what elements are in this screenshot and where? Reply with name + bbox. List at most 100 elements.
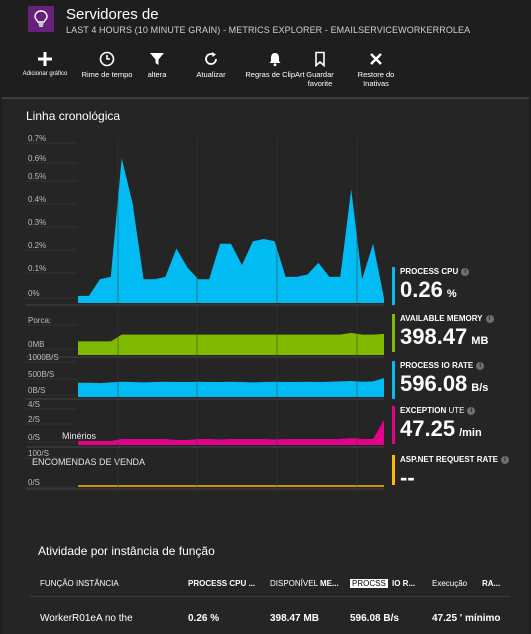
series-sublabel: Minérios bbox=[62, 431, 97, 441]
timeline-chart: 0.7% 0.6% 0.5% 0.4% 0.3% 0.2% 0.1% 0% Porca: 0MB 1… bbox=[26, 131, 386, 499]
bell-icon bbox=[265, 50, 285, 68]
metric-name-text: AVAILABLE MEMORY bbox=[400, 314, 483, 323]
y-tick-label: 0B/S bbox=[28, 386, 45, 395]
series-area-0 bbox=[78, 158, 384, 303]
metric-value: 596.08 B/s bbox=[400, 371, 488, 397]
breadcrumb: LAST 4 HOURS (10 MINUTE GRAIN) - METRICS… bbox=[66, 25, 471, 35]
metric-unit: % bbox=[446, 288, 457, 300]
y-tick-label: 500B/S bbox=[28, 370, 54, 379]
metric-value: 398.47 MB bbox=[400, 324, 488, 350]
metric-card[interactable]: EXCEPTION UTE i 47.25/min bbox=[392, 406, 522, 444]
cell-exc: 47.25 ' mínimo bbox=[432, 613, 501, 624]
metric-value: 47.25/min bbox=[400, 416, 482, 442]
metrics-panel: Linha cronológica 0.7% 0.6% 0.5% 0.4% 0.3% 0.… bbox=[2, 97, 529, 634]
cell-cpu: 0.26 % bbox=[188, 613, 220, 624]
col-header-io-box: PROCSS bbox=[350, 579, 388, 588]
metric-name: AVAILABLE MEMORY i bbox=[400, 314, 494, 323]
y-tick-label: 1000B/S bbox=[28, 353, 59, 362]
page-title: Servidores de bbox=[66, 6, 159, 23]
series-sublabel: ENCOMENDAS DE VENDA bbox=[32, 457, 145, 467]
y-tick-label: 0.1% bbox=[28, 264, 46, 273]
timeline-title: Linha cronológica bbox=[26, 109, 121, 123]
col-header-instance[interactable]: FUNÇÃO INSTÂNCIA bbox=[40, 579, 119, 588]
y-tick-label: 0/S bbox=[28, 433, 40, 442]
cell-io: 596.08 B/s bbox=[350, 613, 399, 624]
clock-icon bbox=[97, 50, 117, 68]
metric-color-bar bbox=[392, 267, 395, 305]
metric-card[interactable]: PROCESS CPU i 0.26% bbox=[392, 267, 522, 305]
metric-color-bar bbox=[392, 361, 395, 399]
metric-name-text: PROCESS IO RATE bbox=[400, 361, 474, 370]
refresh-button[interactable]: Atualizar bbox=[192, 50, 230, 79]
timeline-svg: 0.7% 0.6% 0.5% 0.4% 0.3% 0.2% 0.1% 0% Porca: 0MB 1… bbox=[26, 134, 384, 493]
metric-card[interactable]: AVAILABLE MEMORY i 398.47 MB bbox=[392, 314, 522, 352]
col-header-exec[interactable]: Execução bbox=[432, 579, 467, 588]
save-favorite-button[interactable]: Guardar favorite bbox=[300, 50, 340, 88]
y-tick-label: 0.6% bbox=[28, 154, 46, 163]
y-tick-label: 0.4% bbox=[28, 195, 46, 204]
col-header-io[interactable]: IO R... bbox=[392, 579, 415, 588]
metric-value-number: 47.25 bbox=[400, 416, 456, 441]
info-icon[interactable]: i bbox=[476, 361, 485, 370]
refresh-icon bbox=[201, 50, 221, 68]
metric-card[interactable]: ASP.NET REQUEST RATE i -- bbox=[392, 455, 522, 490]
series-area-2 bbox=[78, 378, 384, 397]
col-header-mem[interactable]: ME... bbox=[320, 579, 339, 588]
metric-name: PROCESS CPU i bbox=[400, 267, 470, 276]
metric-value-number: -- bbox=[400, 465, 415, 490]
plus-icon bbox=[35, 50, 55, 68]
metric-color-bar bbox=[392, 455, 395, 485]
alert-rules-button[interactable]: Regras de ClipArt bbox=[242, 50, 308, 79]
metric-value: 0.26% bbox=[400, 277, 457, 303]
metric-value-number: 0.26 bbox=[400, 277, 443, 302]
cell-instance[interactable]: WorkerR01eA no the bbox=[40, 613, 133, 624]
series-area-3 bbox=[78, 420, 384, 445]
lightbulb-icon bbox=[28, 6, 54, 32]
metric-name: EXCEPTION UTE i bbox=[400, 406, 476, 415]
col-header-mem-prefix: DISPONÍVEL bbox=[270, 579, 319, 588]
y-tick-label: 0.7% bbox=[28, 134, 46, 143]
cell-mem: 398.47 MB bbox=[270, 613, 319, 624]
col-header-rate[interactable]: RA... bbox=[482, 579, 500, 588]
y-tick-label: 0.3% bbox=[28, 218, 46, 227]
y-tick-label: Porca: bbox=[28, 316, 51, 325]
y-tick-label: 4/S bbox=[28, 400, 40, 409]
table-divider bbox=[30, 596, 510, 597]
bookmark-icon bbox=[310, 50, 330, 68]
toolbar: Adicionar gráfico Rime de tempo altera A… bbox=[0, 44, 531, 94]
y-tick-label: 0.5% bbox=[28, 172, 46, 181]
metric-name-text: ASP.NET REQUEST RATE bbox=[400, 455, 498, 464]
metric-unit: B/s bbox=[471, 382, 489, 394]
y-tick-label: 0% bbox=[28, 289, 40, 298]
close-icon bbox=[366, 50, 386, 68]
metric-color-bar bbox=[392, 406, 395, 444]
metric-value: -- bbox=[400, 465, 415, 491]
info-icon[interactable]: i bbox=[485, 314, 494, 323]
metric-name-text: PROCESS CPU bbox=[400, 267, 459, 276]
col-header-cpu[interactable]: PROCESS CPU ... bbox=[188, 579, 255, 588]
y-tick-label: 0/S bbox=[28, 478, 40, 487]
activity-title: Atividade por instância de função bbox=[38, 544, 215, 558]
y-tick-label: 0.2% bbox=[28, 241, 46, 250]
info-icon[interactable]: i bbox=[467, 406, 476, 415]
filter-icon bbox=[147, 50, 167, 68]
time-range-button[interactable]: Rime de tempo bbox=[78, 50, 136, 79]
metric-name: PROCESS IO RATE i bbox=[400, 361, 485, 370]
metric-unit: MB bbox=[471, 335, 489, 347]
info-icon[interactable]: i bbox=[461, 267, 470, 276]
restore-defaults-button[interactable]: Restore do Inativas bbox=[354, 50, 398, 88]
y-tick-label: 2/S bbox=[28, 415, 40, 424]
metric-name-suffix: UTE bbox=[446, 406, 465, 415]
metric-card[interactable]: PROCESS IO RATE i 596.08 B/s bbox=[392, 361, 522, 399]
add-chart-button[interactable]: Adicionar gráfico bbox=[22, 50, 68, 79]
info-icon[interactable]: i bbox=[500, 455, 509, 464]
metric-name-text: EXCEPTION bbox=[400, 406, 447, 415]
metric-value-number: 596.08 bbox=[400, 371, 468, 396]
header: Servidores de LAST 4 HOURS (10 MINUTE GR… bbox=[0, 0, 531, 44]
filter-button[interactable]: altera bbox=[140, 50, 174, 79]
y-tick-label: 0MB bbox=[28, 340, 44, 349]
metric-name: ASP.NET REQUEST RATE i bbox=[400, 455, 509, 464]
metric-color-bar bbox=[392, 314, 395, 352]
series-area-1 bbox=[78, 332, 384, 355]
metric-value-number: 398.47 bbox=[400, 324, 468, 349]
